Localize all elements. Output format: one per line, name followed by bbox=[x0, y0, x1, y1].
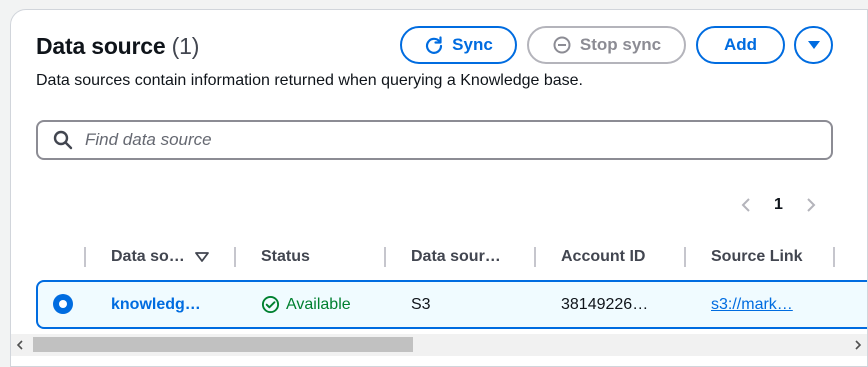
column-header-source-link[interactable]: Source Link bbox=[711, 238, 803, 276]
account-id: 38149226… bbox=[561, 295, 649, 313]
page-number[interactable]: 1 bbox=[774, 196, 783, 214]
sort-descending-icon bbox=[194, 252, 209, 262]
data-source-type: S3 bbox=[411, 295, 431, 313]
page-title: Data source (1) bbox=[36, 33, 199, 60]
data-source-name[interactable]: knowledg… bbox=[111, 296, 201, 314]
search-input[interactable] bbox=[85, 130, 785, 150]
column-divider bbox=[833, 247, 835, 267]
column-label: Source Link bbox=[711, 248, 803, 265]
scrollbar-thumb[interactable] bbox=[33, 337, 413, 352]
add-label: Add bbox=[723, 35, 758, 54]
item-count: (1) bbox=[171, 33, 200, 59]
row-select-radio[interactable] bbox=[53, 294, 73, 314]
next-page-button[interactable] bbox=[801, 193, 821, 217]
chevron-left-icon bbox=[741, 198, 750, 212]
horizontal-scrollbar[interactable] bbox=[11, 334, 867, 356]
search-icon bbox=[53, 130, 73, 150]
account-id-cell: 38149226… bbox=[561, 282, 648, 327]
refresh-icon bbox=[424, 35, 444, 55]
panel-description: Data sources contain information returne… bbox=[36, 72, 583, 89]
scroll-right-arrow[interactable] bbox=[851, 337, 865, 352]
caret-down-icon bbox=[807, 39, 821, 51]
column-label: Data sour… bbox=[411, 248, 501, 265]
title-text: Data source bbox=[36, 33, 166, 59]
data-source-name-link[interactable]: knowledg… bbox=[111, 282, 201, 327]
more-actions-button[interactable] bbox=[794, 26, 833, 64]
pagination: 1 bbox=[736, 193, 821, 217]
stop-sync-button[interactable]: Stop sync bbox=[527, 26, 686, 64]
add-button[interactable]: Add bbox=[696, 26, 785, 64]
previous-page-button[interactable] bbox=[736, 193, 756, 217]
data-source-panel: Data source (1) Data sources contain inf… bbox=[10, 9, 868, 367]
column-divider bbox=[684, 247, 686, 267]
chevron-left-icon bbox=[16, 339, 23, 350]
sync-label: Sync bbox=[452, 35, 493, 54]
column-divider bbox=[534, 247, 536, 267]
table-row[interactable]: knowledg… Available S3 38149226… s3://ma… bbox=[36, 280, 867, 329]
source-link[interactable]: s3://mark… bbox=[711, 296, 793, 314]
column-divider bbox=[84, 247, 86, 267]
search-box bbox=[36, 120, 833, 160]
column-header-status[interactable]: Status bbox=[261, 238, 310, 276]
column-divider bbox=[234, 247, 236, 267]
column-divider bbox=[384, 247, 386, 267]
check-circle-icon bbox=[261, 295, 280, 314]
column-header-account-id[interactable]: Account ID bbox=[561, 238, 645, 276]
chevron-right-icon bbox=[807, 198, 816, 212]
column-header-type[interactable]: Data sour… bbox=[411, 238, 501, 276]
source-link-cell: s3://mark… bbox=[711, 282, 793, 327]
column-label: Account ID bbox=[561, 248, 646, 265]
column-label: Data so… bbox=[111, 248, 185, 265]
sync-button[interactable]: Sync bbox=[400, 26, 517, 64]
status-cell: Available bbox=[261, 282, 351, 327]
column-label: Status bbox=[261, 248, 310, 265]
column-header-name[interactable]: Data so… bbox=[111, 238, 209, 276]
stop-circle-icon bbox=[552, 35, 572, 55]
data-source-type-cell: S3 bbox=[411, 282, 431, 327]
table-header: Data so… Status Data sour… Account ID So… bbox=[11, 238, 867, 276]
status-text: Available bbox=[286, 295, 351, 313]
chevron-right-icon bbox=[855, 339, 862, 350]
scroll-left-arrow[interactable] bbox=[13, 337, 27, 352]
stop-sync-label: Stop sync bbox=[579, 35, 662, 54]
